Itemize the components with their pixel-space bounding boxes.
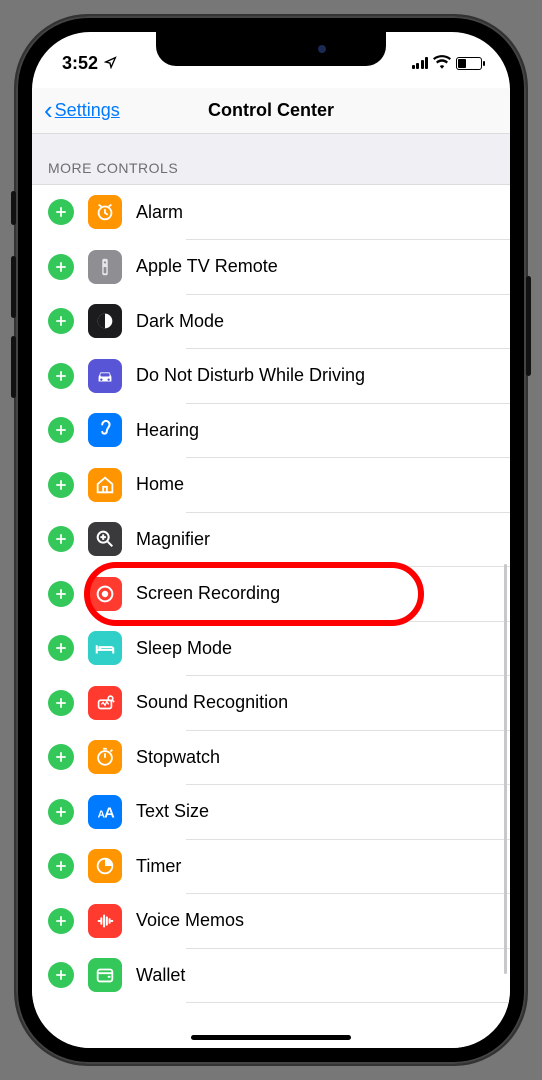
screen: 3:52 ‹ Settings Control Center MORE CON (32, 32, 510, 1048)
control-label: Magnifier (136, 529, 210, 550)
stopwatch-icon (88, 740, 122, 774)
add-button[interactable] (48, 308, 74, 334)
add-button[interactable] (48, 472, 74, 498)
add-button[interactable] (48, 254, 74, 280)
mute-switch (11, 191, 16, 225)
control-row[interactable]: Sleep Mode (32, 621, 510, 676)
nav-header: ‹ Settings Control Center (32, 88, 510, 134)
control-row[interactable]: Apple TV Remote (32, 240, 510, 295)
add-button[interactable] (48, 581, 74, 607)
control-label: Screen Recording (136, 583, 280, 604)
control-label: Alarm (136, 202, 183, 223)
wallet-icon (88, 958, 122, 992)
wifi-icon (433, 53, 451, 74)
add-button[interactable] (48, 690, 74, 716)
home-icon (88, 468, 122, 502)
status-time: 3:52 (62, 53, 98, 74)
volume-up (11, 256, 16, 318)
control-label: Home (136, 474, 184, 495)
notch (156, 32, 386, 66)
control-label: Do Not Disturb While Driving (136, 365, 365, 386)
content-area[interactable]: MORE CONTROLS Alarm Apple TV Remote Dark M… (32, 134, 510, 1048)
home-indicator[interactable] (191, 1035, 351, 1040)
control-label: Timer (136, 856, 181, 877)
add-button[interactable] (48, 744, 74, 770)
control-row[interactable]: Wallet (32, 948, 510, 1003)
control-label: Wallet (136, 965, 185, 986)
section-header: MORE CONTROLS (32, 134, 510, 185)
timer-icon (88, 849, 122, 883)
location-icon (104, 53, 117, 74)
remote-icon (88, 250, 122, 284)
device-frame: 3:52 ‹ Settings Control Center MORE CON (16, 16, 526, 1064)
add-button[interactable] (48, 363, 74, 389)
control-label: Voice Memos (136, 910, 244, 931)
control-row[interactable]: Magnifier (32, 512, 510, 567)
power-button (526, 276, 531, 376)
control-label: Text Size (136, 801, 209, 822)
add-button[interactable] (48, 853, 74, 879)
darkmode-icon (88, 304, 122, 338)
control-label: Sleep Mode (136, 638, 232, 659)
control-label: Dark Mode (136, 311, 224, 332)
bed-icon (88, 631, 122, 665)
back-button[interactable]: ‹ Settings (44, 97, 120, 123)
ear-icon (88, 413, 122, 447)
record-icon (88, 577, 122, 611)
control-label: Hearing (136, 420, 199, 441)
soundrec-icon (88, 686, 122, 720)
control-row[interactable]: Stopwatch (32, 730, 510, 785)
add-button[interactable] (48, 417, 74, 443)
alarm-icon (88, 195, 122, 229)
control-row[interactable]: Dark Mode (32, 294, 510, 349)
control-row[interactable]: Text Size (32, 785, 510, 840)
chevron-left-icon: ‹ (44, 97, 53, 123)
control-row[interactable]: Home (32, 458, 510, 513)
add-button[interactable] (48, 908, 74, 934)
add-button[interactable] (48, 526, 74, 552)
voicememo-icon (88, 904, 122, 938)
control-row[interactable]: Do Not Disturb While Driving (32, 349, 510, 404)
control-label: Sound Recognition (136, 692, 288, 713)
control-label: Apple TV Remote (136, 256, 278, 277)
control-row[interactable]: Screen Recording (32, 567, 510, 622)
control-row[interactable]: Sound Recognition (32, 676, 510, 731)
control-row[interactable]: Timer (32, 839, 510, 894)
control-row[interactable]: Voice Memos (32, 894, 510, 949)
control-row[interactable]: Hearing (32, 403, 510, 458)
controls-list: Alarm Apple TV Remote Dark Mode Do Not Dist… (32, 185, 510, 1003)
battery-icon (456, 57, 482, 70)
control-row[interactable]: Alarm (32, 185, 510, 240)
textsize-icon (88, 795, 122, 829)
control-label: Stopwatch (136, 747, 220, 768)
page-title: Control Center (208, 100, 334, 121)
back-label: Settings (55, 100, 120, 121)
add-button[interactable] (48, 635, 74, 661)
magnifier-icon (88, 522, 122, 556)
scroll-indicator[interactable] (504, 564, 507, 974)
cellular-icon (412, 57, 429, 69)
add-button[interactable] (48, 962, 74, 988)
volume-down (11, 336, 16, 398)
add-button[interactable] (48, 799, 74, 825)
add-button[interactable] (48, 199, 74, 225)
car-icon (88, 359, 122, 393)
